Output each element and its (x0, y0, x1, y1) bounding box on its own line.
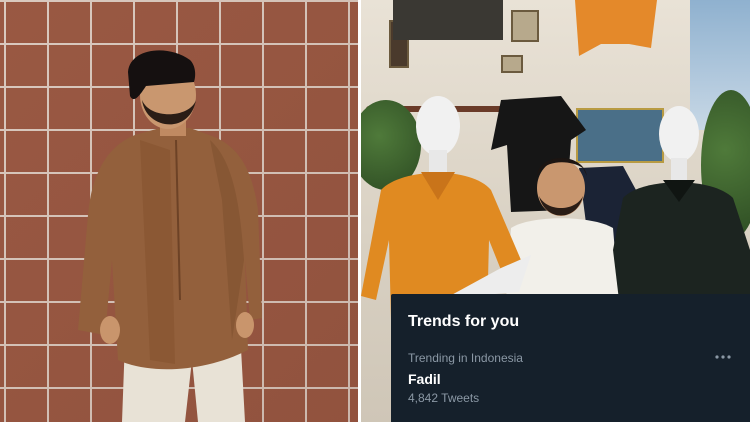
trends-for-you-panel: Trends for you Trending in Indonesia Fad… (391, 294, 750, 422)
trend-context: Trending in Indonesia (408, 351, 523, 365)
photo-man-brick-wall (0, 0, 358, 422)
trend-item[interactable]: Trending in Indonesia Fadil 4,842 Tweets (408, 350, 734, 406)
more-horizontal-icon[interactable] (712, 346, 734, 364)
trend-tweet-count: 4,842 Tweets (408, 391, 480, 405)
man-figure (78, 50, 262, 422)
trends-title: Trends for you (408, 313, 520, 330)
trend-name[interactable]: Fadil (408, 369, 734, 389)
